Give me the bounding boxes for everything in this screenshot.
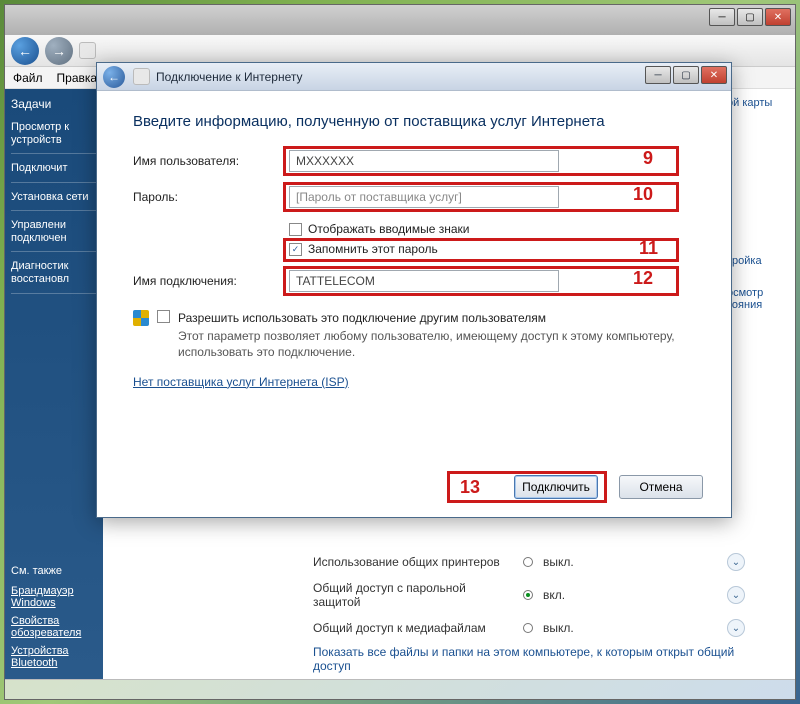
dlg-minimize-button[interactable]: ─ (645, 66, 671, 84)
dlg-maximize-button[interactable]: ▢ (673, 66, 699, 84)
row-label-0: Использование общих принтеров (313, 555, 513, 569)
password-label: Пароль: (133, 190, 289, 204)
show-chars-label: Отображать вводимые знаки (308, 222, 469, 236)
dlg-icon (133, 68, 150, 85)
sidebar-link-bluetooth[interactable]: Устройства Bluetooth (11, 645, 97, 669)
username-label: Имя пользователя: (133, 154, 289, 168)
dlg-title: Подключение к Интернету (156, 70, 303, 84)
annotation-box-13: 13 Подключить (447, 471, 607, 503)
sidebar-see-also: См. также (11, 565, 97, 577)
radio-on-icon (523, 590, 533, 600)
dlg-back-button[interactable]: ← (103, 66, 125, 88)
sidebar-heading: Задачи (11, 97, 97, 111)
row-status-2: выкл. (543, 621, 574, 635)
expand-chevron-1[interactable]: ⌄ (727, 586, 745, 604)
show-chars-checkbox[interactable] (289, 223, 302, 236)
bg-minimize-button[interactable]: ─ (709, 8, 735, 26)
sidebar-item-4[interactable]: Диагностик восстановл (11, 260, 97, 293)
bg-maximize-button[interactable]: ▢ (737, 8, 763, 26)
sidebar-link-browser-props[interactable]: Свойства обозревателя (11, 615, 97, 639)
sidebar-item-3[interactable]: Управлени подключен (11, 219, 97, 252)
sidebar-link-firewall[interactable]: Брандмауэр Windows (11, 585, 97, 609)
menu-edit[interactable]: Правка (57, 71, 98, 85)
annotation-num-10: 10 (633, 184, 653, 205)
remember-checkbox[interactable]: ✓ (289, 243, 302, 256)
annotation-num-9: 9 (643, 148, 653, 169)
sidebar-item-1[interactable]: Подключит (11, 162, 97, 182)
sharing-row-printers: Использование общих принтеров выкл. ⌄ (313, 549, 755, 575)
sidebar-item-2[interactable]: Установка сети (11, 191, 97, 211)
connect-internet-dialog: ← Подключение к Интернету ─ ▢ ✕ Введите … (96, 62, 732, 518)
dlg-heading: Введите информацию, полученную от постав… (133, 113, 695, 130)
annotation-num-11: 11 (639, 238, 658, 259)
sidebar-item-0[interactable]: Просмотр к устройств (11, 121, 97, 154)
menu-file[interactable]: Файл (13, 71, 43, 85)
radio-icon (523, 623, 533, 633)
show-shared-link-0[interactable]: Показать все файлы и папки на этом компь… (313, 641, 755, 677)
allow-label: Разрешить использовать это подключение д… (178, 310, 695, 326)
row-status-0: выкл. (543, 555, 574, 569)
connname-label: Имя подключения: (133, 274, 289, 288)
bg-close-button[interactable]: ✕ (765, 8, 791, 26)
dlg-titlebar: ← Подключение к Интернету ─ ▢ ✕ (97, 63, 731, 91)
sharing-row-media: Общий доступ к медиафайлам выкл. ⌄ (313, 615, 755, 641)
sidebar: Задачи Просмотр к устройств Подключит Ус… (5, 89, 103, 679)
dlg-close-button[interactable]: ✕ (701, 66, 727, 84)
annotation-num-12: 12 (633, 268, 653, 289)
expand-chevron-2[interactable]: ⌄ (727, 619, 745, 637)
expand-chevron-0[interactable]: ⌄ (727, 553, 745, 571)
right-link-1[interactable]: тройка (727, 255, 787, 267)
sharing-row-password: Общий доступ с парольной защитой вкл. ⌄ (313, 575, 755, 615)
bg-back-button[interactable]: ← (11, 37, 39, 65)
right-link-2[interactable]: осмотр тояния (727, 287, 787, 311)
password-input[interactable] (289, 186, 559, 208)
bg-titlebar: ─ ▢ ✕ (5, 5, 795, 35)
row-label-2: Общий доступ к медиафайлам (313, 621, 513, 635)
connect-button[interactable]: Подключить (514, 475, 598, 499)
remember-label: Запомнить этот пароль (308, 242, 438, 256)
username-input[interactable] (289, 150, 559, 172)
row-status-1: вкл. (543, 588, 565, 602)
row-label-1: Общий доступ с парольной защитой (313, 581, 513, 609)
annotation-num-13: 13 (460, 477, 480, 498)
allow-desc: Этот параметр позволяет любому пользоват… (178, 328, 695, 360)
allow-checkbox[interactable] (157, 310, 170, 323)
radio-icon (523, 557, 533, 567)
cancel-button[interactable]: Отмена (619, 475, 703, 499)
right-link-0[interactable]: ой карты (727, 97, 787, 109)
connname-input[interactable] (289, 270, 559, 292)
shield-icon (133, 310, 149, 326)
no-isp-link[interactable]: Нет поставщика услуг Интернета (ISP) (133, 375, 349, 389)
statusbar (5, 679, 795, 699)
address-icon (79, 42, 96, 59)
bg-forward-button[interactable]: → (45, 37, 73, 65)
